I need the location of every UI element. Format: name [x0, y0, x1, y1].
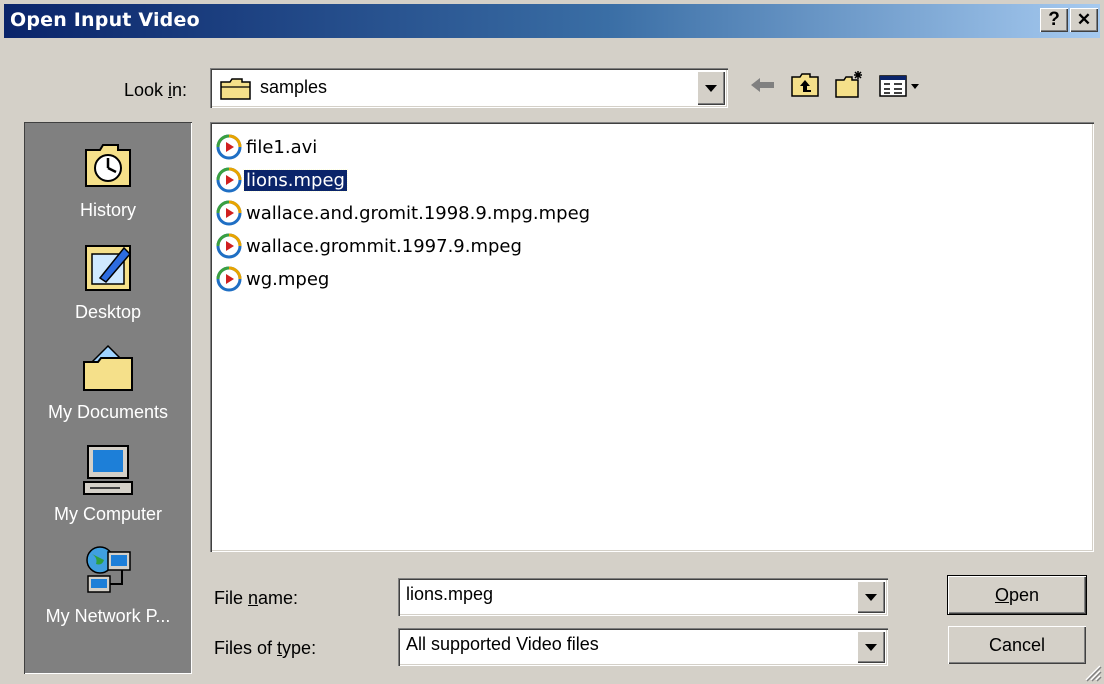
- folder-icon: [220, 78, 251, 100]
- file-name: wallace.and.gromit.1998.9.mpg.mpeg: [246, 202, 591, 224]
- my-computer-icon: [83, 445, 133, 495]
- file-list-item[interactable]: wg.mpeg: [216, 264, 331, 294]
- my-documents-icon: [83, 344, 133, 391]
- look-in-combo[interactable]: samples: [210, 68, 728, 108]
- open-button[interactable]: Open: [947, 575, 1087, 615]
- file-type-value: All supported Video files: [406, 634, 599, 654]
- place-my-documents[interactable]: My Documents: [24, 338, 192, 423]
- video-file-icon: [216, 134, 242, 160]
- cancel-button[interactable]: Cancel: [948, 626, 1086, 664]
- file-name-value: lions.mpeg: [406, 584, 494, 604]
- help-button[interactable]: ?: [1040, 8, 1068, 32]
- file-list[interactable]: file1.avi lions.mpeg wallace.and.gromit.19…: [210, 122, 1094, 552]
- title-bar[interactable]: Open Input Video ? ✕: [4, 4, 1100, 38]
- place-label: My Documents: [47, 402, 169, 422]
- file-list-item[interactable]: wallace.grommit.1997.9.mpeg: [216, 231, 524, 261]
- file-type-select[interactable]: All supported Video files: [398, 628, 888, 666]
- file-name: wallace.grommit.1997.9.mpeg: [246, 235, 522, 257]
- place-label: My Network P...: [45, 606, 171, 626]
- open-dialog: Open Input Video ? ✕ Look in: samples Hi…: [0, 0, 1104, 684]
- file-list-item[interactable]: file1.avi: [216, 132, 319, 162]
- new-folder-icon[interactable]: [834, 70, 864, 100]
- video-file-icon: [216, 233, 242, 259]
- network-places-icon: [86, 546, 131, 593]
- history-icon: [85, 144, 131, 187]
- place-desktop[interactable]: Desktop: [24, 238, 192, 323]
- close-button[interactable]: ✕: [1070, 8, 1098, 32]
- video-file-icon: [216, 167, 242, 193]
- resize-grip-icon[interactable]: [1082, 662, 1102, 682]
- file-name: file1.avi: [246, 136, 318, 158]
- file-type-dropdown-button[interactable]: [857, 631, 885, 663]
- video-file-icon: [216, 266, 242, 292]
- back-arrow-icon[interactable]: [748, 70, 778, 100]
- view-menu-icon[interactable]: [878, 70, 924, 100]
- file-type-label: Files of type:: [214, 638, 317, 658]
- file-name-label: File name:: [214, 588, 299, 608]
- file-name-input[interactable]: lions.mpeg: [398, 578, 888, 616]
- place-my-computer[interactable]: My Computer: [24, 440, 192, 525]
- up-folder-icon[interactable]: [790, 70, 820, 100]
- desktop-icon: [85, 245, 132, 291]
- place-label: History: [79, 200, 136, 220]
- places-bar: History Desktop My Documents My Computer…: [24, 122, 192, 674]
- place-label: Desktop: [74, 302, 142, 322]
- file-name: wg.mpeg: [246, 268, 330, 290]
- look-in-label: Look in:: [124, 80, 188, 100]
- video-file-icon: [216, 200, 242, 226]
- look-in-value: samples: [260, 77, 328, 97]
- place-my-network[interactable]: My Network P...: [24, 542, 192, 627]
- window-title: Open Input Video: [10, 9, 200, 31]
- place-history[interactable]: History: [24, 136, 192, 221]
- file-name: lions.mpeg: [243, 168, 348, 192]
- file-name-dropdown-button[interactable]: [857, 581, 885, 613]
- place-label: My Computer: [53, 504, 163, 524]
- file-list-item[interactable]: wallace.and.gromit.1998.9.mpg.mpeg: [216, 198, 592, 228]
- file-list-item[interactable]: lions.mpeg: [216, 165, 348, 195]
- look-in-dropdown-button[interactable]: [697, 71, 725, 105]
